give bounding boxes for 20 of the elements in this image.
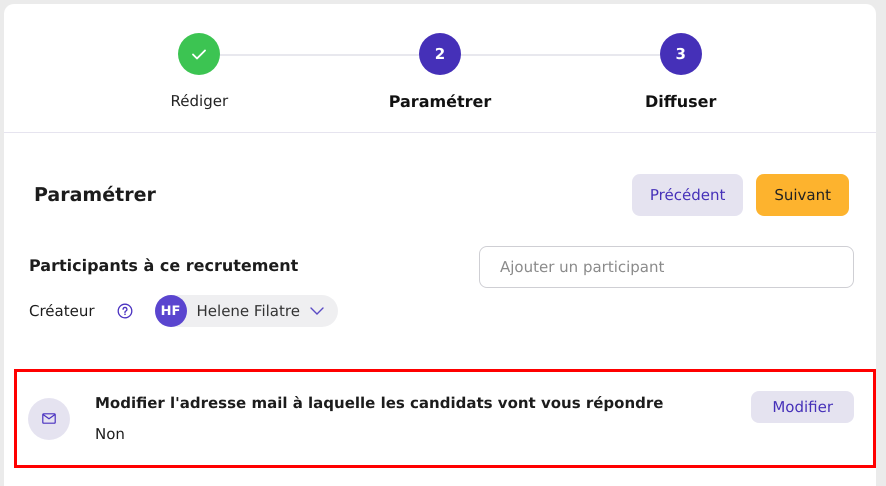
creator-label: Créateur — [29, 302, 95, 320]
participants-title: Participants à ce recrutement — [29, 256, 300, 275]
step-label: Paramétrer — [388, 92, 492, 111]
setting-title: Modifier l'adresse mail à laquelle les candidats vont vous répondre — [95, 394, 664, 412]
step-label: Rédiger — [170, 92, 228, 110]
step-label: Diffuser — [644, 92, 716, 111]
mail-icon — [28, 398, 70, 440]
participant-search-field[interactable]: Ajouter un participant — [479, 246, 854, 288]
next-button[interactable]: Suivant — [756, 174, 849, 216]
step-indicator: 2 — [419, 33, 461, 75]
chevron-down-icon — [310, 307, 324, 315]
section-heading: Paramétrer — [34, 184, 156, 206]
avatar: HF — [154, 295, 187, 327]
modify-button[interactable]: Modifier — [751, 391, 854, 423]
setting-value: Non — [95, 425, 126, 443]
step-indicator: 3 — [660, 33, 702, 75]
help-icon[interactable] — [116, 303, 133, 319]
previous-button[interactable]: Précédent — [632, 174, 744, 216]
creator-dropdown[interactable]: HF Helene Filatre — [154, 295, 338, 327]
check-icon — [192, 48, 206, 60]
